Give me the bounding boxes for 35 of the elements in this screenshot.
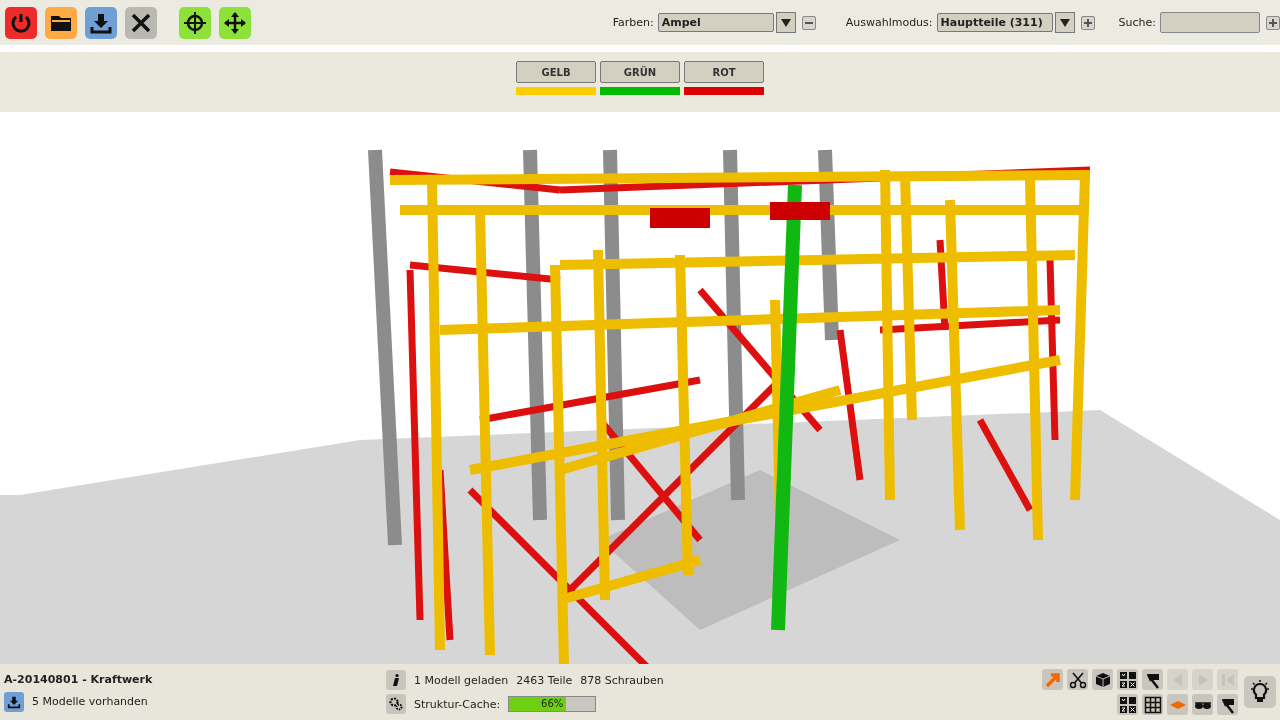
models-available-text: 5 Modelle vorhanden [32, 695, 148, 708]
cube-icon[interactable] [1092, 669, 1113, 690]
legend-button[interactable]: ROT [684, 61, 764, 83]
info-icon[interactable] [386, 670, 406, 690]
selection-mode-label: Auswahlmodus: [845, 16, 933, 29]
light-bulb-icon[interactable] [1244, 676, 1276, 708]
parts-count: 2463 Teile [516, 673, 573, 687]
download-icon[interactable] [4, 691, 24, 712]
folder-icon[interactable] [45, 6, 77, 39]
bolts-count: 878 Schrauben [580, 673, 664, 687]
flag-icon[interactable] [1142, 669, 1163, 690]
plus-icon[interactable] [1080, 15, 1095, 30]
colors-dropdown[interactable]: Ampel [657, 13, 774, 32]
selection-mode-dropdown[interactable]: Hauptteile (311) [936, 13, 1053, 32]
minus-icon[interactable] [801, 15, 816, 30]
glasses-icon[interactable] [1192, 694, 1213, 715]
model-title: A-20140801 - Kraftwerk [4, 672, 154, 686]
legend-button[interactable]: GELB [516, 61, 596, 83]
cache-label: Struktur-Cache: [414, 697, 501, 711]
cache-percent: 66% [540, 697, 565, 711]
axis-grid-icon[interactable] [1117, 694, 1138, 715]
colors-label: Farben: [612, 16, 654, 29]
search-field[interactable] [1160, 12, 1260, 33]
power-icon[interactable] [5, 6, 37, 39]
search-label: Suche: [1118, 16, 1156, 29]
legend-button[interactable]: GRÜN [600, 61, 680, 83]
move-arrows-icon[interactable] [219, 6, 251, 39]
models-loaded-text: 1 Modell geladen [414, 673, 509, 687]
plus-icon[interactable] [1266, 15, 1280, 30]
scissors-icon[interactable] [1067, 669, 1088, 690]
axis-grid-icon[interactable] [1117, 669, 1138, 690]
grid-icon[interactable] [1142, 694, 1163, 715]
download-icon[interactable] [85, 6, 117, 39]
crosshair-icon[interactable] [179, 6, 211, 39]
flag-icon[interactable] [1217, 694, 1238, 715]
